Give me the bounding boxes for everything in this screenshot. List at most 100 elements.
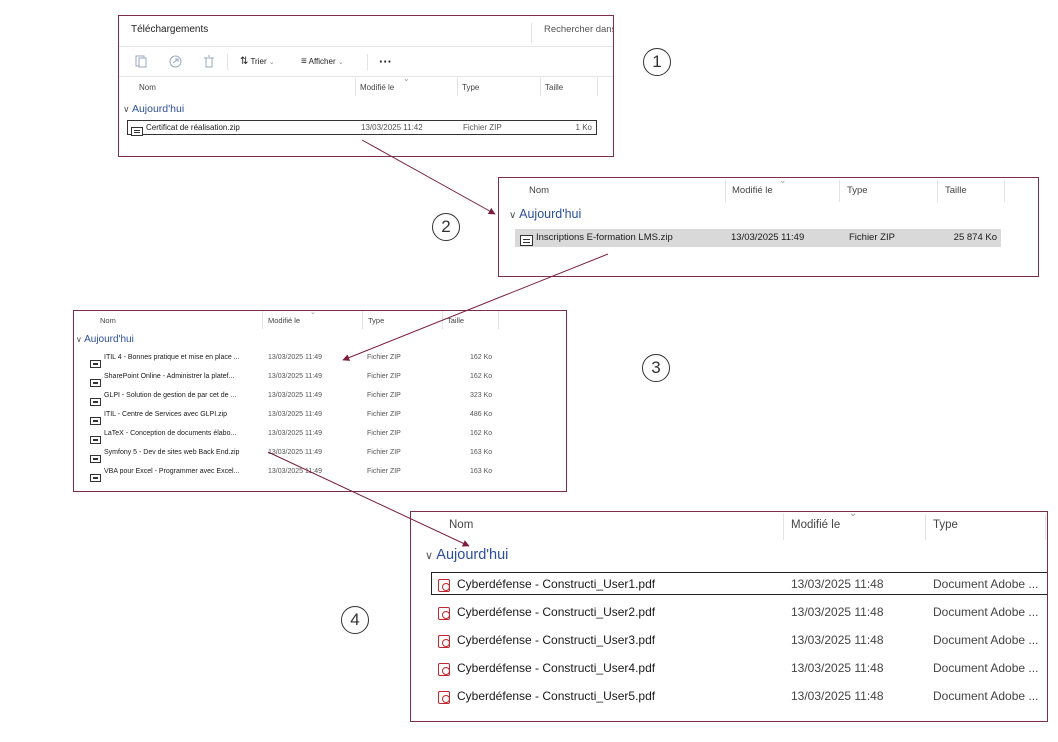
file-name: Symfony 5 - Dev de sites web Back End.zi… [104, 449, 240, 456]
group-header-today[interactable]: ∨ Aujourd'hui [509, 207, 581, 221]
file-row[interactable]: ITIL - Centre de Services avec GLPI.zip … [88, 410, 528, 425]
column-divider [457, 78, 458, 96]
zip-file-icon [90, 397, 101, 406]
file-row-selected[interactable]: Certificat de réalisation.zip 13/03/2025… [127, 120, 597, 137]
search-input[interactable]: Rechercher dans [531, 23, 613, 43]
sort-icon: ⇅ [240, 56, 249, 67]
explorer-panel-pdf-files: Nom Modifié le ⌄ Type ∨ Aujourd'hui Cybe… [410, 511, 1048, 722]
file-name: Cyberdéfense - Constructi_User5.pdf [457, 689, 656, 703]
file-name: ITIL - Centre de Services avec GLPI.zip [104, 411, 228, 418]
file-row-selected[interactable]: Cyberdéfense - Constructi_User1.pdf 13/0… [431, 572, 1047, 595]
column-header-modified[interactable]: Modifié le [791, 519, 840, 531]
column-header-name[interactable]: Nom [529, 185, 549, 196]
file-name: GLPI - Solution de gestion de par cet de… [104, 392, 237, 399]
zip-file-icon [90, 378, 101, 387]
file-row[interactable]: Cyberdéfense - Constructi_User3.pdf 13/0… [431, 628, 1047, 651]
column-header-type[interactable]: Type [847, 185, 868, 196]
file-modified: 13/03/2025 11:48 [791, 661, 884, 675]
toolbar-divider [227, 54, 228, 70]
file-type: Fichier ZIP [463, 123, 502, 132]
file-row-selected[interactable]: Inscriptions E-formation LMS.zip 13/03/2… [515, 229, 1001, 247]
pdf-file-icon [438, 663, 450, 677]
file-name: Inscriptions E-formation LMS.zip [536, 232, 673, 243]
file-row[interactable]: GLPI - Solution de gestion de par cet de… [88, 391, 528, 406]
file-modified: 13/03/2025 11:49 [268, 430, 322, 437]
column-divider [597, 78, 598, 96]
chevron-down-icon: ∨ [76, 335, 82, 344]
pdf-file-icon [438, 635, 450, 649]
column-divider [498, 311, 499, 329]
file-name: Cyberdéfense - Constructi_User2.pdf [457, 605, 656, 619]
file-modified: 13/03/2025 11:48 [791, 689, 884, 703]
column-header-type[interactable]: Type [933, 519, 958, 531]
chevron-down-icon: ∨ [123, 104, 130, 114]
column-header-modified[interactable]: Modifié le [732, 185, 773, 196]
column-header-size[interactable]: Taille [447, 316, 464, 325]
column-header-size[interactable]: Taille [945, 185, 967, 196]
explorer-panel-zip-content: Nom Modifié le ⌄ Type Taille ∨ Aujourd'h… [498, 177, 1039, 277]
file-size: 162 Ko [470, 373, 493, 380]
column-header-name[interactable]: Nom [139, 83, 156, 92]
column-header-type[interactable]: Type [368, 316, 384, 325]
toolbar-divider [367, 54, 368, 70]
column-divider [839, 180, 840, 202]
file-row[interactable]: ITIL 4 - Bonnes pratique et mise en plac… [88, 353, 528, 368]
zip-file-icon [90, 359, 101, 368]
copy-icon[interactable] [135, 55, 147, 68]
group-header-today[interactable]: ∨ Aujourd'hui [425, 547, 508, 563]
sort-indicator-icon: ⌄ [779, 177, 787, 185]
file-row[interactable]: SharePoint Online - Administrer la plate… [88, 372, 528, 387]
file-type: Document Adobe ... [933, 605, 1039, 619]
share-icon[interactable] [169, 55, 182, 68]
chevron-down-icon: ⌄ [337, 59, 344, 66]
chevron-down-icon: ∨ [425, 550, 434, 562]
file-modified: 13/03/2025 11:49 [268, 373, 322, 380]
file-row[interactable]: VBA pour Excel - Programmer avec Excel..… [88, 467, 528, 482]
zip-file-icon [520, 235, 533, 247]
file-type: Fichier ZIP [367, 468, 401, 475]
column-header-name[interactable]: Nom [100, 316, 116, 325]
file-row[interactable]: Cyberdéfense - Constructi_User5.pdf 13/0… [431, 684, 1047, 707]
toolbar-bottom-divider [119, 76, 613, 77]
file-name: SharePoint Online - Administrer la plate… [104, 373, 235, 380]
pdf-file-icon [438, 579, 450, 593]
column-divider [355, 78, 356, 96]
column-divider [937, 180, 938, 202]
column-header-size[interactable]: Taille [545, 83, 563, 92]
file-type: Fichier ZIP [849, 232, 895, 243]
chevron-down-icon: ⌄ [268, 59, 275, 66]
column-divider [442, 311, 443, 329]
file-modified: 13/03/2025 11:49 [268, 354, 322, 361]
more-options-button[interactable]: ··· [379, 54, 392, 69]
file-type: Document Adobe ... [933, 661, 1039, 675]
group-header-today[interactable]: ∨ Aujourd'hui [76, 334, 134, 345]
file-type: Fichier ZIP [367, 411, 401, 418]
file-type: Fichier ZIP [367, 430, 401, 437]
file-size: 486 Ko [470, 411, 493, 418]
file-row[interactable]: LaTeX - Conception de documents élabo...… [88, 429, 528, 444]
file-row[interactable]: Cyberdéfense - Constructi_User2.pdf 13/0… [431, 600, 1047, 623]
column-header-modified[interactable]: Modifié le [360, 83, 394, 92]
file-type: Fichier ZIP [367, 373, 401, 380]
step-number-1: 1 [643, 48, 671, 76]
file-size: 25 874 Ko [953, 232, 997, 243]
column-header-name[interactable]: Nom [449, 519, 473, 531]
zip-file-icon [90, 435, 101, 444]
file-modified: 13/03/2025 11:48 [791, 577, 884, 591]
file-size: 163 Ko [470, 468, 493, 475]
file-type: Document Adobe ... [933, 633, 1039, 647]
file-modified: 13/03/2025 11:42 [361, 123, 423, 132]
group-label: Aujourd'hui [131, 103, 185, 115]
column-divider [362, 311, 363, 329]
file-row[interactable]: Cyberdéfense - Constructi_User4.pdf 13/0… [431, 656, 1047, 679]
sort-indicator-icon: ⌄ [403, 74, 410, 83]
column-header-type[interactable]: Type [462, 83, 479, 92]
group-header-today[interactable]: ∨ Aujourd'hui [123, 103, 184, 115]
view-button[interactable]: ≡ Afficher ⌄ [301, 56, 344, 67]
delete-icon[interactable] [203, 55, 215, 68]
window-title: Téléchargements [131, 24, 209, 35]
column-header-modified[interactable]: Modifié le [268, 316, 300, 325]
file-row[interactable]: Symfony 5 - Dev de sites web Back End.zi… [88, 448, 528, 463]
sort-button[interactable]: ⇅ Trier ⌄ [240, 56, 275, 67]
file-modified: 13/03/2025 11:49 [268, 411, 322, 418]
